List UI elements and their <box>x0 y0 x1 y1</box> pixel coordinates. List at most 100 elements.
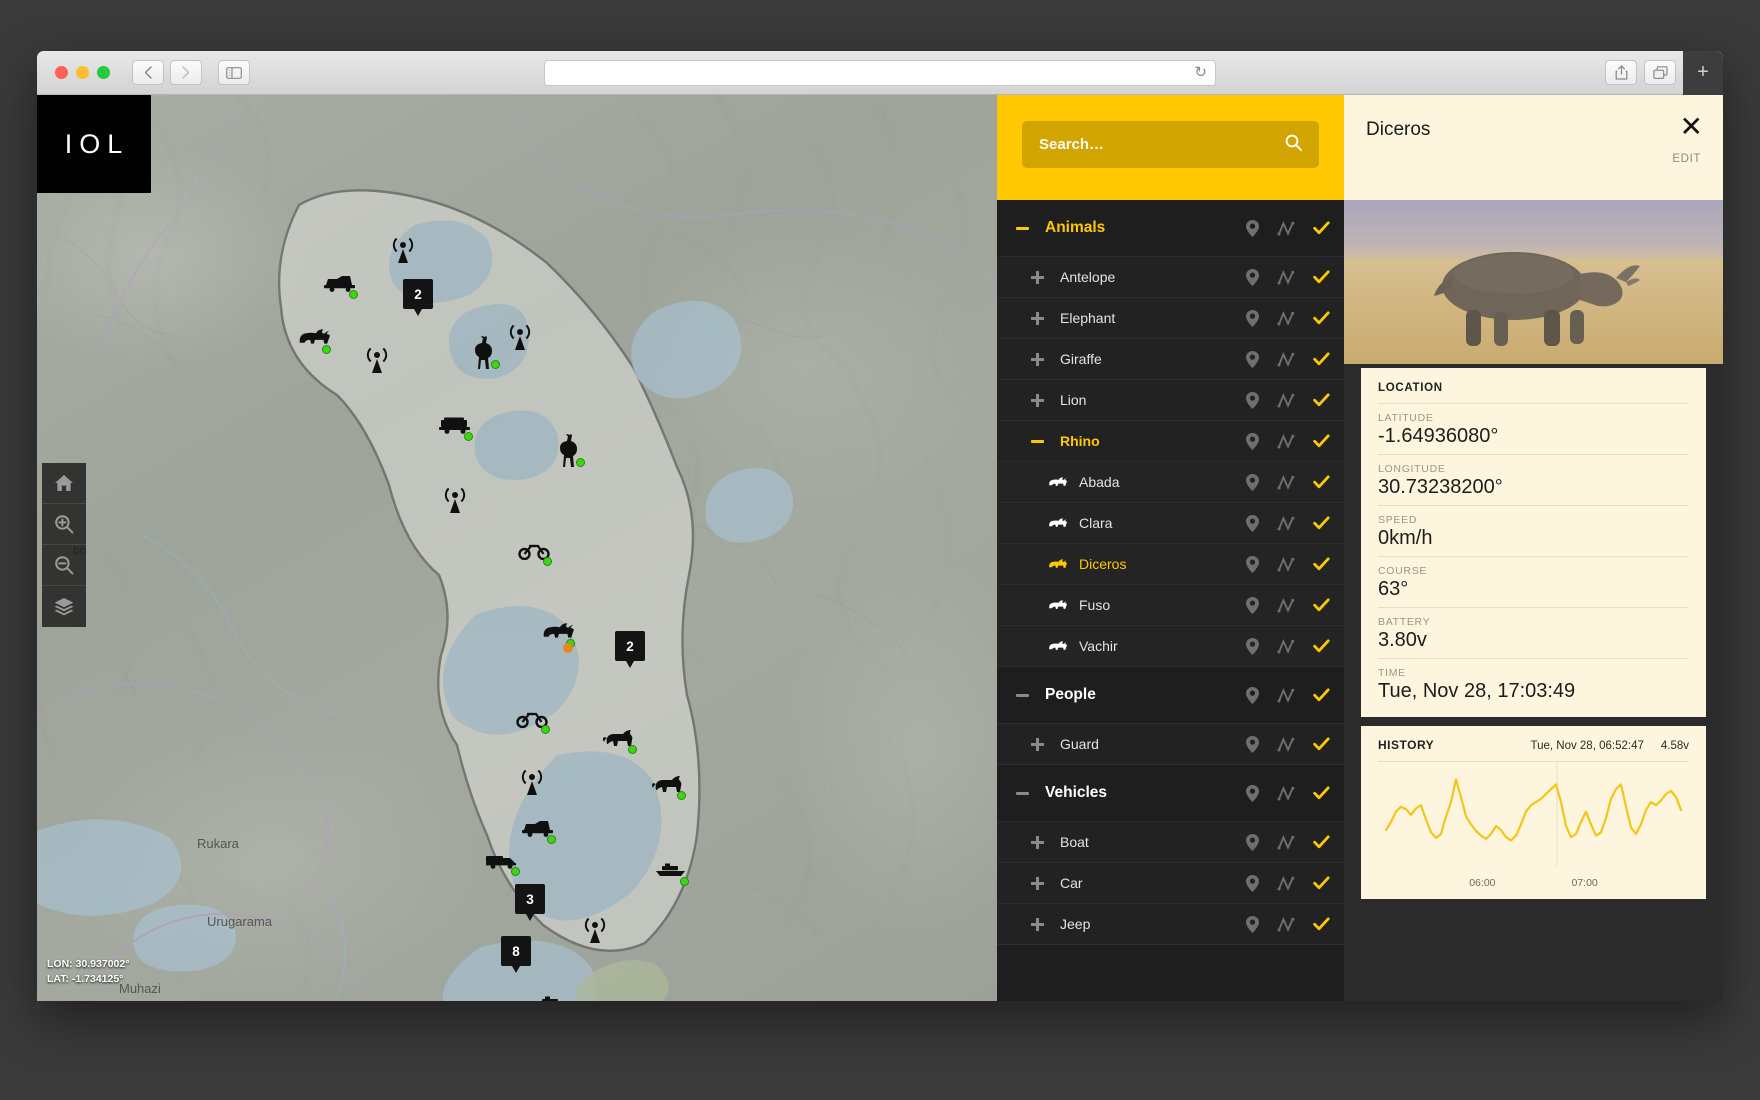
expand-icon[interactable] <box>1020 270 1054 284</box>
check-icon[interactable] <box>1313 737 1330 751</box>
check-icon[interactable] <box>1313 475 1330 489</box>
track-path-icon[interactable] <box>1277 220 1295 236</box>
map-layers-button[interactable] <box>42 586 86 627</box>
map-pin-icon[interactable] <box>1246 268 1259 286</box>
map-marker-boat[interactable] <box>534 988 568 1001</box>
check-icon[interactable] <box>1313 786 1330 800</box>
list-subitem-abada[interactable]: Abada <box>997 462 1344 503</box>
map-pin-icon[interactable] <box>1246 514 1259 532</box>
track-path-icon[interactable] <box>1277 433 1295 449</box>
list-item-guard[interactable]: Guard <box>997 724 1344 765</box>
expand-icon[interactable] <box>1020 737 1054 751</box>
list-item-rhino[interactable]: Rhino <box>997 421 1344 462</box>
list-subitem-clara[interactable]: Clara <box>997 503 1344 544</box>
check-icon[interactable] <box>1313 393 1330 407</box>
history-chart[interactable] <box>1378 761 1689 879</box>
check-icon[interactable] <box>1313 917 1330 931</box>
maximize-window-button[interactable] <box>97 66 110 79</box>
check-icon[interactable] <box>1313 516 1330 530</box>
track-path-icon[interactable] <box>1277 392 1295 408</box>
check-icon[interactable] <box>1313 598 1330 612</box>
track-path-icon[interactable] <box>1277 597 1295 613</box>
expand-icon[interactable] <box>1020 352 1054 366</box>
check-icon[interactable] <box>1313 434 1330 448</box>
map-home-button[interactable] <box>42 463 86 504</box>
map-pin-icon[interactable] <box>1246 391 1259 409</box>
check-icon[interactable] <box>1313 221 1330 235</box>
map-marker-antenna[interactable] <box>438 485 472 515</box>
map-cluster-badge[interactable]: 8 <box>501 936 531 973</box>
map-pin-icon[interactable] <box>1246 596 1259 614</box>
map-marker-rhino[interactable] <box>296 323 331 354</box>
expand-icon[interactable] <box>1020 917 1054 931</box>
search-input[interactable] <box>1039 136 1285 153</box>
track-path-icon[interactable] <box>1277 638 1295 654</box>
show-tabs-button[interactable] <box>1644 60 1676 85</box>
collapse-icon[interactable] <box>1005 226 1039 230</box>
expand-icon[interactable] <box>1020 876 1054 890</box>
map-marker-motorbike[interactable] <box>515 703 550 734</box>
map-marker-lion[interactable] <box>651 769 686 800</box>
zoom-out-button[interactable] <box>42 545 86 586</box>
check-icon[interactable] <box>1313 639 1330 653</box>
map-canvas[interactable]: bo Rukara Urugarama Muhazi Kayonza Nsind… <box>37 95 997 1001</box>
map-pin-icon[interactable] <box>1246 555 1259 573</box>
map-pin-icon[interactable] <box>1246 915 1259 933</box>
check-icon[interactable] <box>1313 876 1330 890</box>
check-icon[interactable] <box>1313 557 1330 571</box>
collapse-icon[interactable] <box>1005 791 1039 795</box>
search-box[interactable] <box>1022 121 1319 168</box>
map-marker-antenna[interactable] <box>386 235 420 265</box>
close-icon[interactable]: ✕ <box>1680 113 1703 141</box>
map-pin-icon[interactable] <box>1246 874 1259 892</box>
map-marker-car[interactable] <box>521 813 556 844</box>
map-marker-motorbike[interactable] <box>517 535 552 566</box>
list-item-lion[interactable]: Lion <box>997 380 1344 421</box>
collapse-icon[interactable] <box>1005 693 1039 697</box>
zoom-in-button[interactable] <box>42 504 86 545</box>
list-item-boat[interactable]: Boat <box>997 822 1344 863</box>
check-icon[interactable] <box>1313 688 1330 702</box>
list-item-antelope[interactable]: Antelope <box>997 257 1344 298</box>
share-button[interactable] <box>1605 60 1637 85</box>
map-marker-boat[interactable] <box>654 855 689 886</box>
map-cluster-badge[interactable]: 3 <box>515 884 545 921</box>
list-subitem-diceros[interactable]: Diceros <box>997 544 1344 585</box>
map-cluster-badge[interactable]: 2 <box>403 279 433 316</box>
entity-list[interactable]: Animals Antelope Elephant Giraffe Lion R… <box>997 200 1344 1001</box>
track-path-icon[interactable] <box>1277 351 1295 367</box>
back-button[interactable] <box>132 60 164 85</box>
map-marker-lion[interactable] <box>602 723 637 754</box>
list-subitem-vachir[interactable]: Vachir <box>997 626 1344 667</box>
track-path-icon[interactable] <box>1277 687 1295 703</box>
map-pin-icon[interactable] <box>1246 473 1259 491</box>
track-path-icon[interactable] <box>1277 515 1295 531</box>
check-icon[interactable] <box>1313 352 1330 366</box>
edit-button[interactable]: EDIT <box>1672 153 1701 165</box>
map-marker-giraffe[interactable] <box>550 434 585 467</box>
close-window-button[interactable] <box>55 66 68 79</box>
track-path-icon[interactable] <box>1277 785 1295 801</box>
map-pin-icon[interactable] <box>1246 219 1259 237</box>
map-pin-icon[interactable] <box>1246 686 1259 704</box>
map-pin-icon[interactable] <box>1246 432 1259 450</box>
track-path-icon[interactable] <box>1277 269 1295 285</box>
map-marker-antenna[interactable] <box>503 322 537 352</box>
map-marker-antenna[interactable] <box>578 915 612 945</box>
window-controls[interactable] <box>55 66 110 79</box>
list-item-giraffe[interactable]: Giraffe <box>997 339 1344 380</box>
map-pin-icon[interactable] <box>1246 784 1259 802</box>
map-marker-giraffe[interactable] <box>465 336 500 369</box>
check-icon[interactable] <box>1313 270 1330 284</box>
reload-icon[interactable]: ↻ <box>1194 65 1207 80</box>
list-item-jeep[interactable]: Jeep <box>997 904 1344 945</box>
check-icon[interactable] <box>1313 835 1330 849</box>
list-item-car[interactable]: Car <box>997 863 1344 904</box>
track-path-icon[interactable] <box>1277 474 1295 490</box>
track-path-icon[interactable] <box>1277 310 1295 326</box>
map-marker-antenna[interactable] <box>515 767 549 797</box>
forward-button[interactable] <box>170 60 202 85</box>
track-path-icon[interactable] <box>1277 916 1295 932</box>
map-controls[interactable] <box>42 463 86 627</box>
map-pin-icon[interactable] <box>1246 735 1259 753</box>
